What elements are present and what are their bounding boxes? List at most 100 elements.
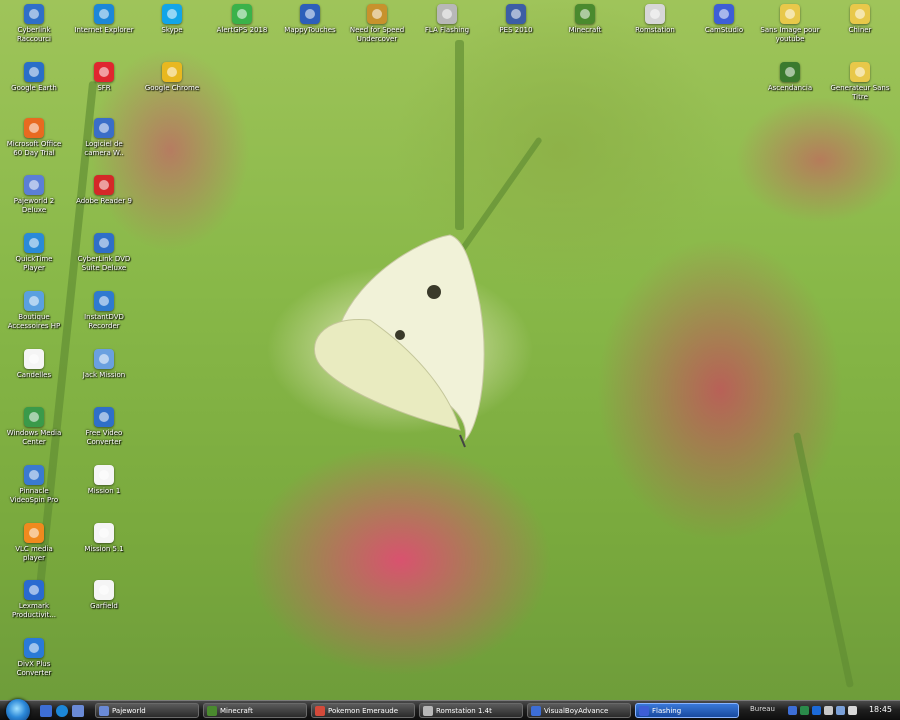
folder-icon[interactable]: Generateur Sans Titre — [830, 62, 890, 102]
minecraft-icon[interactable]: Minecraft — [555, 4, 615, 35]
wallpaper-stem — [455, 40, 464, 230]
cyberlink-icon[interactable]: Cyberlink Raccourci — [4, 4, 64, 44]
chrome-icon[interactable]: Google Chrome — [142, 62, 202, 93]
desktop-icon-label: Mission 5.1 — [84, 545, 124, 553]
gps-icon[interactable]: AlertGPS 2018 — [212, 4, 272, 35]
volume-icon[interactable] — [848, 706, 857, 715]
word-icon-glyph — [24, 175, 44, 195]
desktop-icon-label: Lexmark Productivit... — [11, 602, 57, 619]
lexmark-icon[interactable]: Lexmark Productivit... — [4, 580, 64, 620]
show-desktop-icon[interactable] — [40, 705, 52, 717]
internet-explorer-icon[interactable]: Internet Explorer — [74, 4, 134, 35]
mission-icon[interactable]: Jack Mission — [74, 349, 134, 380]
minecraft-icon[interactable]: Ascendancia — [760, 62, 820, 93]
minecraft-icon-glyph — [575, 4, 595, 24]
desktop-icon-label: Free Video Converter — [85, 429, 123, 446]
desktop-icon-label: Ascendancia — [767, 84, 813, 92]
pinnacle-icon[interactable]: Pinnacle VideoSpin Pro — [4, 465, 64, 505]
document-icon[interactable]: Candelles — [4, 349, 64, 380]
desktop-icon-label: Skype — [161, 26, 183, 34]
task-pajeworld[interactable]: Pajeworld — [95, 703, 199, 718]
task-minecraft[interactable]: Minecraft — [203, 703, 307, 718]
desktop-icon-label: QuickTime Player — [15, 255, 53, 272]
desktop-icon-label: Adobe Reader 9 — [76, 197, 132, 205]
desktop-icon-label: Microsoft Office 60 Day Trial — [6, 140, 62, 157]
display-icon[interactable] — [836, 706, 845, 715]
document-icon[interactable]: Mission 5.1 — [74, 523, 134, 554]
google-earth-icon-glyph — [24, 62, 44, 82]
camera-icon[interactable]: Logiciel de camera W.. — [74, 118, 134, 158]
nfs-icon[interactable]: Need for Speed Undercover — [347, 4, 407, 44]
task-visualboyadvance[interactable]: VisualBoyAdvance — [527, 703, 631, 718]
desktop-icon-label: Pajeworld 2 Deluxe — [13, 197, 55, 214]
desktop-icon-label: Need for Speed Undercover — [349, 26, 405, 43]
mappy-icon[interactable]: MappyTouches — [280, 4, 340, 35]
skype-icon[interactable]: Skype — [142, 4, 202, 35]
task-label: Romstation 1.4t — [436, 707, 492, 715]
video-converter-icon[interactable]: Free Video Converter — [74, 407, 134, 447]
word-icon[interactable]: Pajeworld 2 Deluxe — [4, 175, 64, 215]
flashing-icon — [639, 706, 649, 716]
wallpaper-stem — [34, 81, 98, 599]
desktop-icon-label: InstantDVD Recorder — [84, 313, 124, 330]
camstudio-icon[interactable]: CamStudio — [694, 4, 754, 35]
folder-icon[interactable]: Sans Image pour youtube — [760, 4, 820, 44]
media-center-icon[interactable]: Windows Media Center — [4, 407, 64, 447]
internet-explorer-icon-glyph — [94, 4, 114, 24]
clock[interactable]: 18:45 — [869, 705, 892, 714]
internet-explorer-icon[interactable] — [56, 705, 68, 717]
pokemon-icon — [315, 706, 325, 716]
network-icon[interactable] — [788, 706, 797, 715]
task-label: Flashing — [652, 707, 682, 715]
desktop-icon-label: CamStudio — [704, 26, 744, 34]
visualboyadvance-icon — [531, 706, 541, 716]
divx-icon-glyph — [24, 638, 44, 658]
adobe-reader-icon[interactable]: Adobe Reader 9 — [74, 175, 134, 206]
update-icon[interactable] — [824, 706, 833, 715]
desktop-icon-label: Boutique Accessoires HP — [7, 313, 61, 330]
desktop-icon-label: Candelles — [16, 371, 52, 379]
gps-icon-glyph — [232, 4, 252, 24]
nero-icon[interactable]: Boutique Accessoires HP — [4, 291, 64, 331]
vlc-icon-glyph — [24, 523, 44, 543]
pes-icon-glyph — [506, 4, 526, 24]
bluetooth-icon[interactable] — [812, 706, 821, 715]
desktop-icon-label: Pinnacle VideoSpin Pro — [9, 487, 59, 504]
task-romstation[interactable]: Romstation 1.4t — [419, 703, 523, 718]
pes-icon[interactable]: PES 2010 — [486, 4, 546, 35]
quicktime-icon[interactable]: QuickTime Player — [4, 233, 64, 273]
vlc-icon[interactable]: VLC media player — [4, 523, 64, 563]
switch-windows-icon[interactable] — [72, 705, 84, 717]
desktop-icon-label: Cyberlink Raccourci — [17, 26, 51, 43]
sfr-icon[interactable]: SFR — [74, 62, 134, 93]
butterfly-image — [314, 234, 485, 448]
divx-icon[interactable]: DivX Plus Converter — [4, 638, 64, 678]
camera-icon-glyph — [94, 118, 114, 138]
nfs-icon-glyph — [367, 4, 387, 24]
start-button[interactable] — [6, 699, 30, 720]
cyberlink-icon-glyph — [94, 233, 114, 253]
pajeworld-icon — [99, 706, 109, 716]
desktop-icon-label: Logiciel de camera W.. — [84, 140, 124, 157]
mission-icon-glyph — [94, 349, 114, 369]
desktop-icon-label: Generateur Sans Titre — [830, 84, 890, 101]
task-flashing[interactable]: Flashing — [635, 703, 739, 718]
rom-icon[interactable]: Romstation — [625, 4, 685, 35]
document-icon[interactable]: Garfield — [74, 580, 134, 611]
rom-icon-glyph — [645, 4, 665, 24]
wallpaper-stem — [793, 432, 854, 688]
desktop-background[interactable]: Cyberlink Raccourci Internet Explorer Sk… — [0, 0, 900, 720]
document-icon[interactable]: Mission 1 — [74, 465, 134, 496]
quicktime-icon-glyph — [24, 233, 44, 253]
folder-icon[interactable]: Chiner — [830, 4, 890, 35]
desktop-icon-label: AlertGPS 2018 — [216, 26, 268, 34]
google-earth-icon[interactable]: Google Earth — [4, 62, 64, 93]
desktop-icon-label: Chiner — [848, 26, 872, 34]
cyberlink-icon[interactable]: CyberLink DVD Suite Deluxe — [74, 233, 134, 273]
antivirus-icon[interactable] — [800, 706, 809, 715]
flashing-icon[interactable]: FLA Flashing — [417, 4, 477, 35]
office-icon[interactable]: Microsoft Office 60 Day Trial — [4, 118, 64, 158]
task-pokemon[interactable]: Pokemon Emeraude — [311, 703, 415, 718]
desktop-toolbar-label[interactable]: Bureau — [750, 705, 775, 713]
dvd-icon[interactable]: InstantDVD Recorder — [74, 291, 134, 331]
